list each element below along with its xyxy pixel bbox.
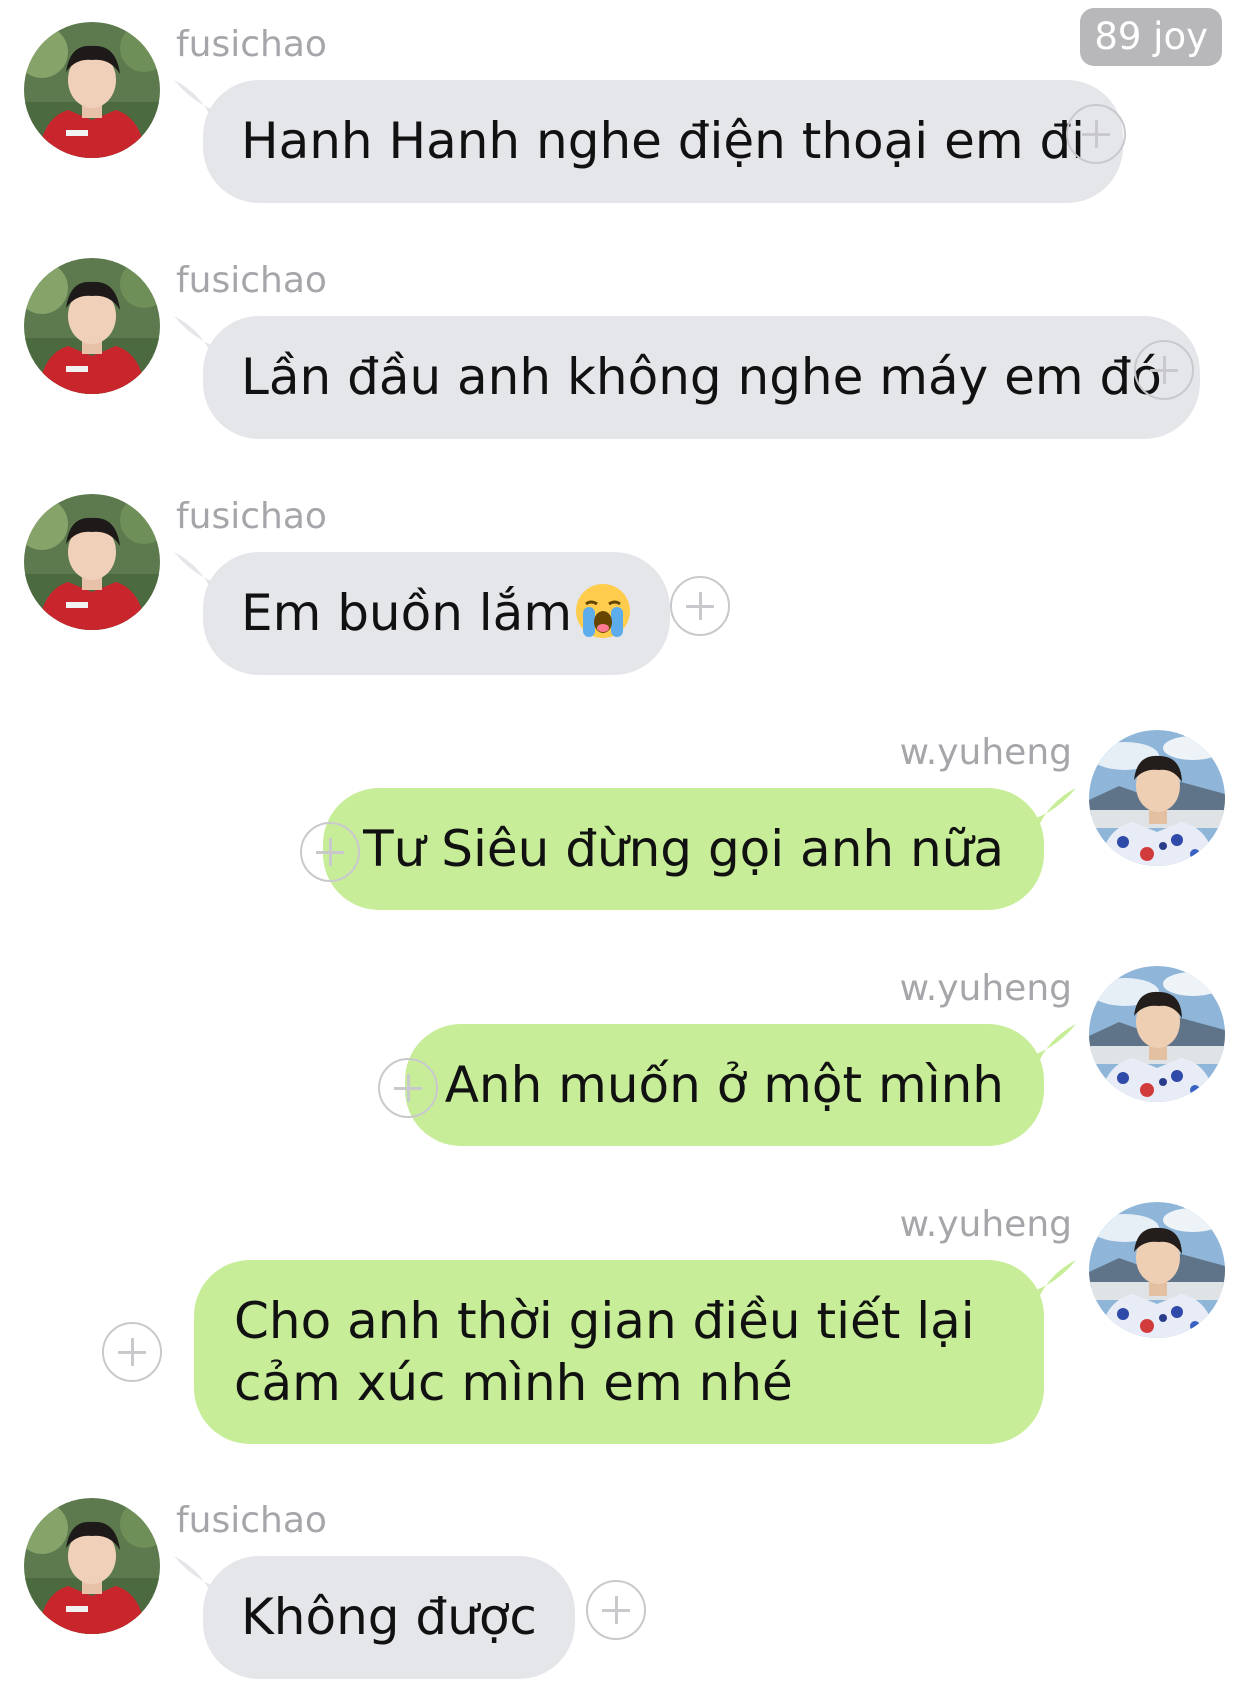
add-reaction-button[interactable] [1134, 340, 1194, 400]
message-text: Em buồn lắm [241, 584, 573, 642]
message-bubble[interactable]: Em buồn lắm [203, 552, 671, 675]
avatar-fusichao[interactable] [24, 22, 160, 158]
message-bubble[interactable]: Lần đầu anh không nghe máy em đó [203, 316, 1200, 439]
sender-name: fusichao [176, 1500, 327, 1541]
avatar-fusichao[interactable] [24, 494, 160, 630]
add-reaction-button[interactable] [1066, 104, 1126, 164]
sender-name: w.yuheng [899, 968, 1072, 1009]
avatar-wyuheng[interactable] [1089, 1202, 1225, 1338]
add-reaction-button[interactable] [102, 1322, 162, 1382]
add-reaction-button[interactable] [586, 1580, 646, 1640]
chat-thread: 89 joy fusichao Hanh Hanh nghe điện thoạ… [0, 0, 1242, 1705]
loudly-crying-face-icon [574, 582, 632, 640]
message-bubble[interactable]: Không được [203, 1556, 575, 1679]
sender-name: w.yuheng [899, 732, 1072, 773]
message-bubble[interactable]: Tư Siêu đừng gọi anh nữa [323, 788, 1044, 910]
message-bubble[interactable]: Hanh Hanh nghe điện thoại em đi [203, 80, 1124, 203]
message-bubble[interactable]: Anh muốn ở một mình [404, 1024, 1044, 1146]
sender-name: fusichao [176, 24, 327, 65]
avatar-fusichao[interactable] [24, 1498, 160, 1634]
avatar-wyuheng[interactable] [1089, 730, 1225, 866]
avatar-fusichao[interactable] [24, 258, 160, 394]
sender-name: w.yuheng [899, 1204, 1072, 1245]
add-reaction-button[interactable] [670, 576, 730, 636]
message-bubble[interactable]: Cho anh thời gian điều tiết lại cảm xúc … [194, 1260, 1044, 1444]
sender-name: fusichao [176, 496, 327, 537]
add-reaction-button[interactable] [378, 1058, 438, 1118]
joy-badge: 89 joy [1080, 8, 1222, 66]
sender-name: fusichao [176, 260, 327, 301]
avatar-wyuheng[interactable] [1089, 966, 1225, 1102]
add-reaction-button[interactable] [300, 822, 360, 882]
